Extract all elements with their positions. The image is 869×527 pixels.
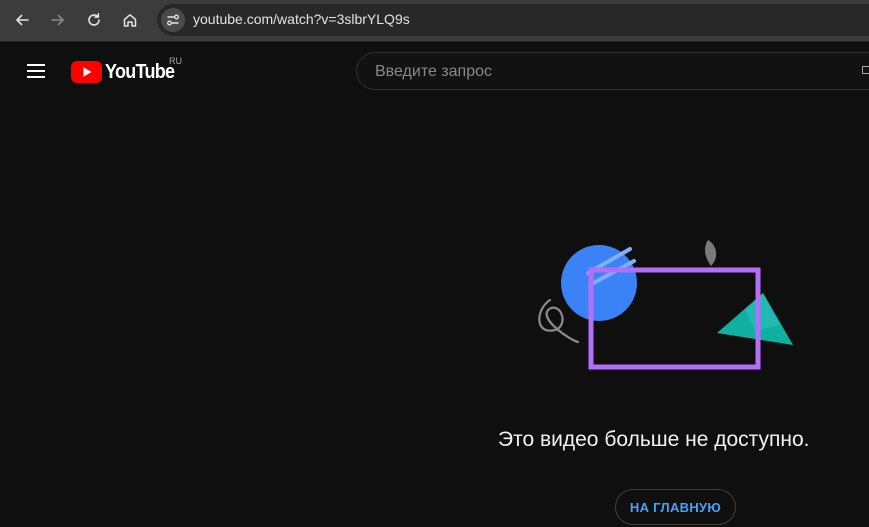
home-browser-button[interactable] bbox=[116, 6, 144, 34]
error-message: Это видео больше не доступно. bbox=[498, 428, 810, 451]
guide-menu-button[interactable] bbox=[22, 56, 50, 86]
back-button[interactable] bbox=[8, 6, 36, 34]
youtube-logo[interactable]: YouTube bbox=[71, 60, 182, 84]
back-icon bbox=[16, 14, 29, 26]
reload-button[interactable] bbox=[80, 6, 108, 34]
keyboard-icon[interactable] bbox=[862, 66, 869, 74]
reload-icon bbox=[88, 13, 100, 26]
search-input[interactable] bbox=[373, 53, 857, 91]
home-icon bbox=[123, 14, 137, 27]
forward-icon bbox=[51, 14, 64, 26]
blue-circle bbox=[561, 245, 637, 321]
logo-text: YouTube bbox=[105, 60, 175, 83]
forward-button[interactable] bbox=[44, 6, 72, 34]
menu-icon bbox=[27, 64, 45, 78]
go-home-button[interactable]: НА ГЛАВНУЮ bbox=[615, 489, 736, 525]
youtube-header: YouTube RU bbox=[0, 42, 869, 100]
video-unavailable-illustration bbox=[538, 240, 793, 370]
browser-toolbar: youtube.com/watch?v=3slbrYLQ9s bbox=[0, 0, 869, 42]
url-text[interactable]: youtube.com/watch?v=3slbrYLQ9s bbox=[193, 11, 410, 27]
search-box bbox=[356, 52, 869, 91]
site-info-button[interactable] bbox=[161, 8, 185, 32]
youtube-logo-icon bbox=[71, 61, 102, 83]
site-info-icon bbox=[167, 14, 179, 26]
half-moon-shape bbox=[704, 240, 717, 266]
region-code: RU bbox=[169, 56, 182, 66]
